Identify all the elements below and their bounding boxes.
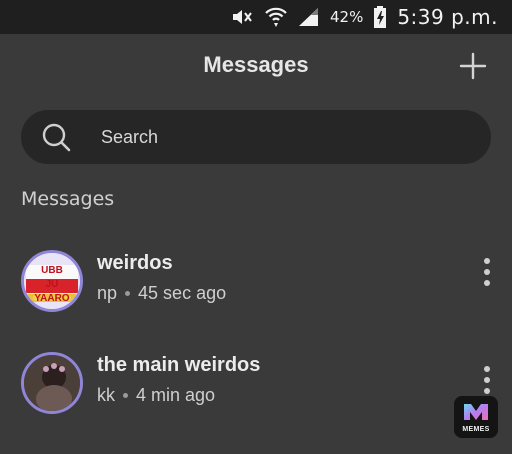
more-options-button[interactable] (480, 258, 494, 294)
search-placeholder: Search (101, 126, 159, 147)
separator-dot (123, 393, 128, 398)
section-label: Messages (21, 188, 115, 210)
conversation-meta: np 45 sec ago (97, 283, 226, 304)
page-title: Messages (203, 52, 309, 77)
avatar (21, 352, 83, 414)
conversation-name: weirdos (97, 252, 173, 274)
conversation-row[interactable]: the main weirdos kk 4 min ago (0, 352, 512, 436)
more-vertical-icon (484, 366, 490, 372)
group-avatar-image (24, 355, 80, 411)
plus-icon (459, 52, 487, 80)
more-vertical-icon-dot (484, 280, 490, 286)
more-vertical-icon (484, 258, 490, 264)
battery-charging-icon (373, 6, 387, 28)
more-vertical-icon-dot (484, 388, 490, 394)
last-message-time: 45 sec ago (138, 283, 227, 303)
battery-percentage: 42% (329, 8, 364, 26)
conversation-row[interactable]: UBB JU YAARO weirdos np 45 sec ago (0, 250, 512, 334)
last-sender: kk (97, 385, 115, 405)
signal-icon (298, 7, 320, 27)
last-message-time: 4 min ago (136, 385, 216, 405)
wifi-icon (264, 6, 288, 28)
status-bar: 42% 5:39 p.m. (0, 0, 512, 34)
app-header: Messages (0, 34, 512, 100)
new-message-button[interactable] (458, 51, 488, 81)
mute-icon (230, 7, 254, 27)
more-vertical-icon-dot (484, 377, 490, 383)
conversation-meta: kk 4 min ago (97, 385, 215, 406)
memes-label: MEMES (462, 426, 490, 433)
separator-dot (125, 291, 131, 296)
memes-button[interactable]: MEMES (454, 396, 498, 438)
conversation-name: the main weirdos (97, 354, 261, 376)
more-vertical-icon-dot (484, 269, 490, 275)
avatar: UBB JU YAARO (21, 250, 83, 312)
search-icon (42, 123, 71, 152)
clock: 5:39 p.m. (397, 5, 498, 29)
avatar-text: UBB JU YAARO (34, 265, 70, 304)
search-bar[interactable]: Search (21, 110, 491, 164)
last-sender: np (97, 283, 118, 303)
